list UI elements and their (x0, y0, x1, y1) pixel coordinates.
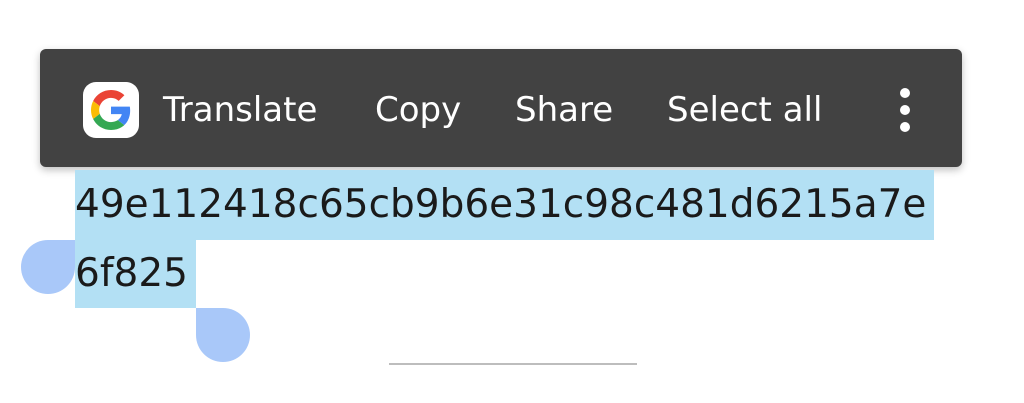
overflow-dot (900, 122, 910, 132)
selected-text-line-1[interactable]: 49e112418c65cb9b6e31c98c481d6215a7e (75, 170, 926, 240)
overflow-dot (900, 105, 910, 115)
google-g-icon[interactable] (83, 82, 139, 138)
google-g-logo-svg (91, 90, 131, 130)
selection-start-handle[interactable] (21, 240, 75, 294)
copy-button[interactable]: Copy (375, 88, 461, 132)
input-underline (389, 363, 637, 365)
selection-end-handle[interactable] (196, 308, 250, 362)
select-all-button[interactable]: Select all (667, 88, 822, 132)
translate-button[interactable]: Translate (163, 88, 317, 132)
overflow-dot (900, 88, 910, 98)
more-vert-icon[interactable] (888, 86, 922, 134)
selected-text-line-2[interactable]: 6f825 (75, 239, 188, 309)
screen: Translate Copy Share Select all 49e11241… (0, 0, 1024, 403)
share-button[interactable]: Share (515, 88, 613, 132)
